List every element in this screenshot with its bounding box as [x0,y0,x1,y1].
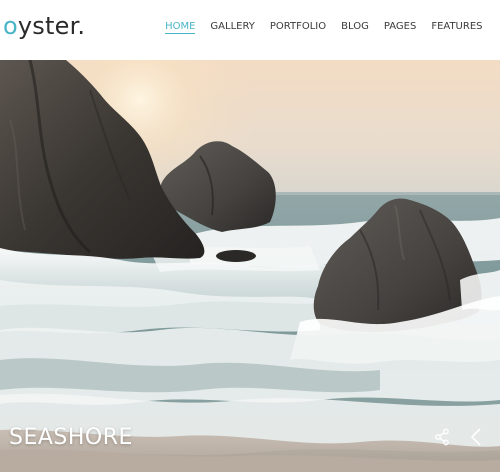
nav-item-label: PORTFOLIO [269,21,327,32]
share-icon[interactable] [432,426,452,448]
site-header: oyster. HOME GALLERY PORTFOLIO BLOG PAGE… [0,0,500,60]
main-nav: HOME GALLERY PORTFOLIO BLOG PAGES FEATUR… [158,19,490,35]
nav-item-gallery[interactable]: GALLERY [203,19,262,35]
nav-item-label: BLOG [341,21,369,32]
nav-item-label: GALLERY [210,21,255,32]
chevron-left-icon[interactable] [466,426,486,448]
nav-item-blog[interactable]: BLOG [334,19,377,35]
hero-image [0,60,500,472]
hero-slider: SEASHORE [0,60,500,472]
nav-item-label: PAGES [383,21,417,32]
nav-item-label: FEATURES [431,21,483,32]
logo-text: yster. [17,12,86,40]
nav-item-features[interactable]: FEATURES [424,19,490,35]
logo-accent-letter: o [3,12,18,40]
slider-controls [432,426,486,448]
slide-caption: SEASHORE [9,425,133,450]
nav-item-pages[interactable]: PAGES [376,19,423,35]
page: oyster. HOME GALLERY PORTFOLIO BLOG PAGE… [0,0,500,472]
nav-item-home[interactable]: HOME [158,19,203,35]
site-logo[interactable]: oyster. [3,10,85,42]
nav-item-portfolio[interactable]: PORTFOLIO [262,19,333,35]
nav-item-label: HOME [165,21,196,34]
